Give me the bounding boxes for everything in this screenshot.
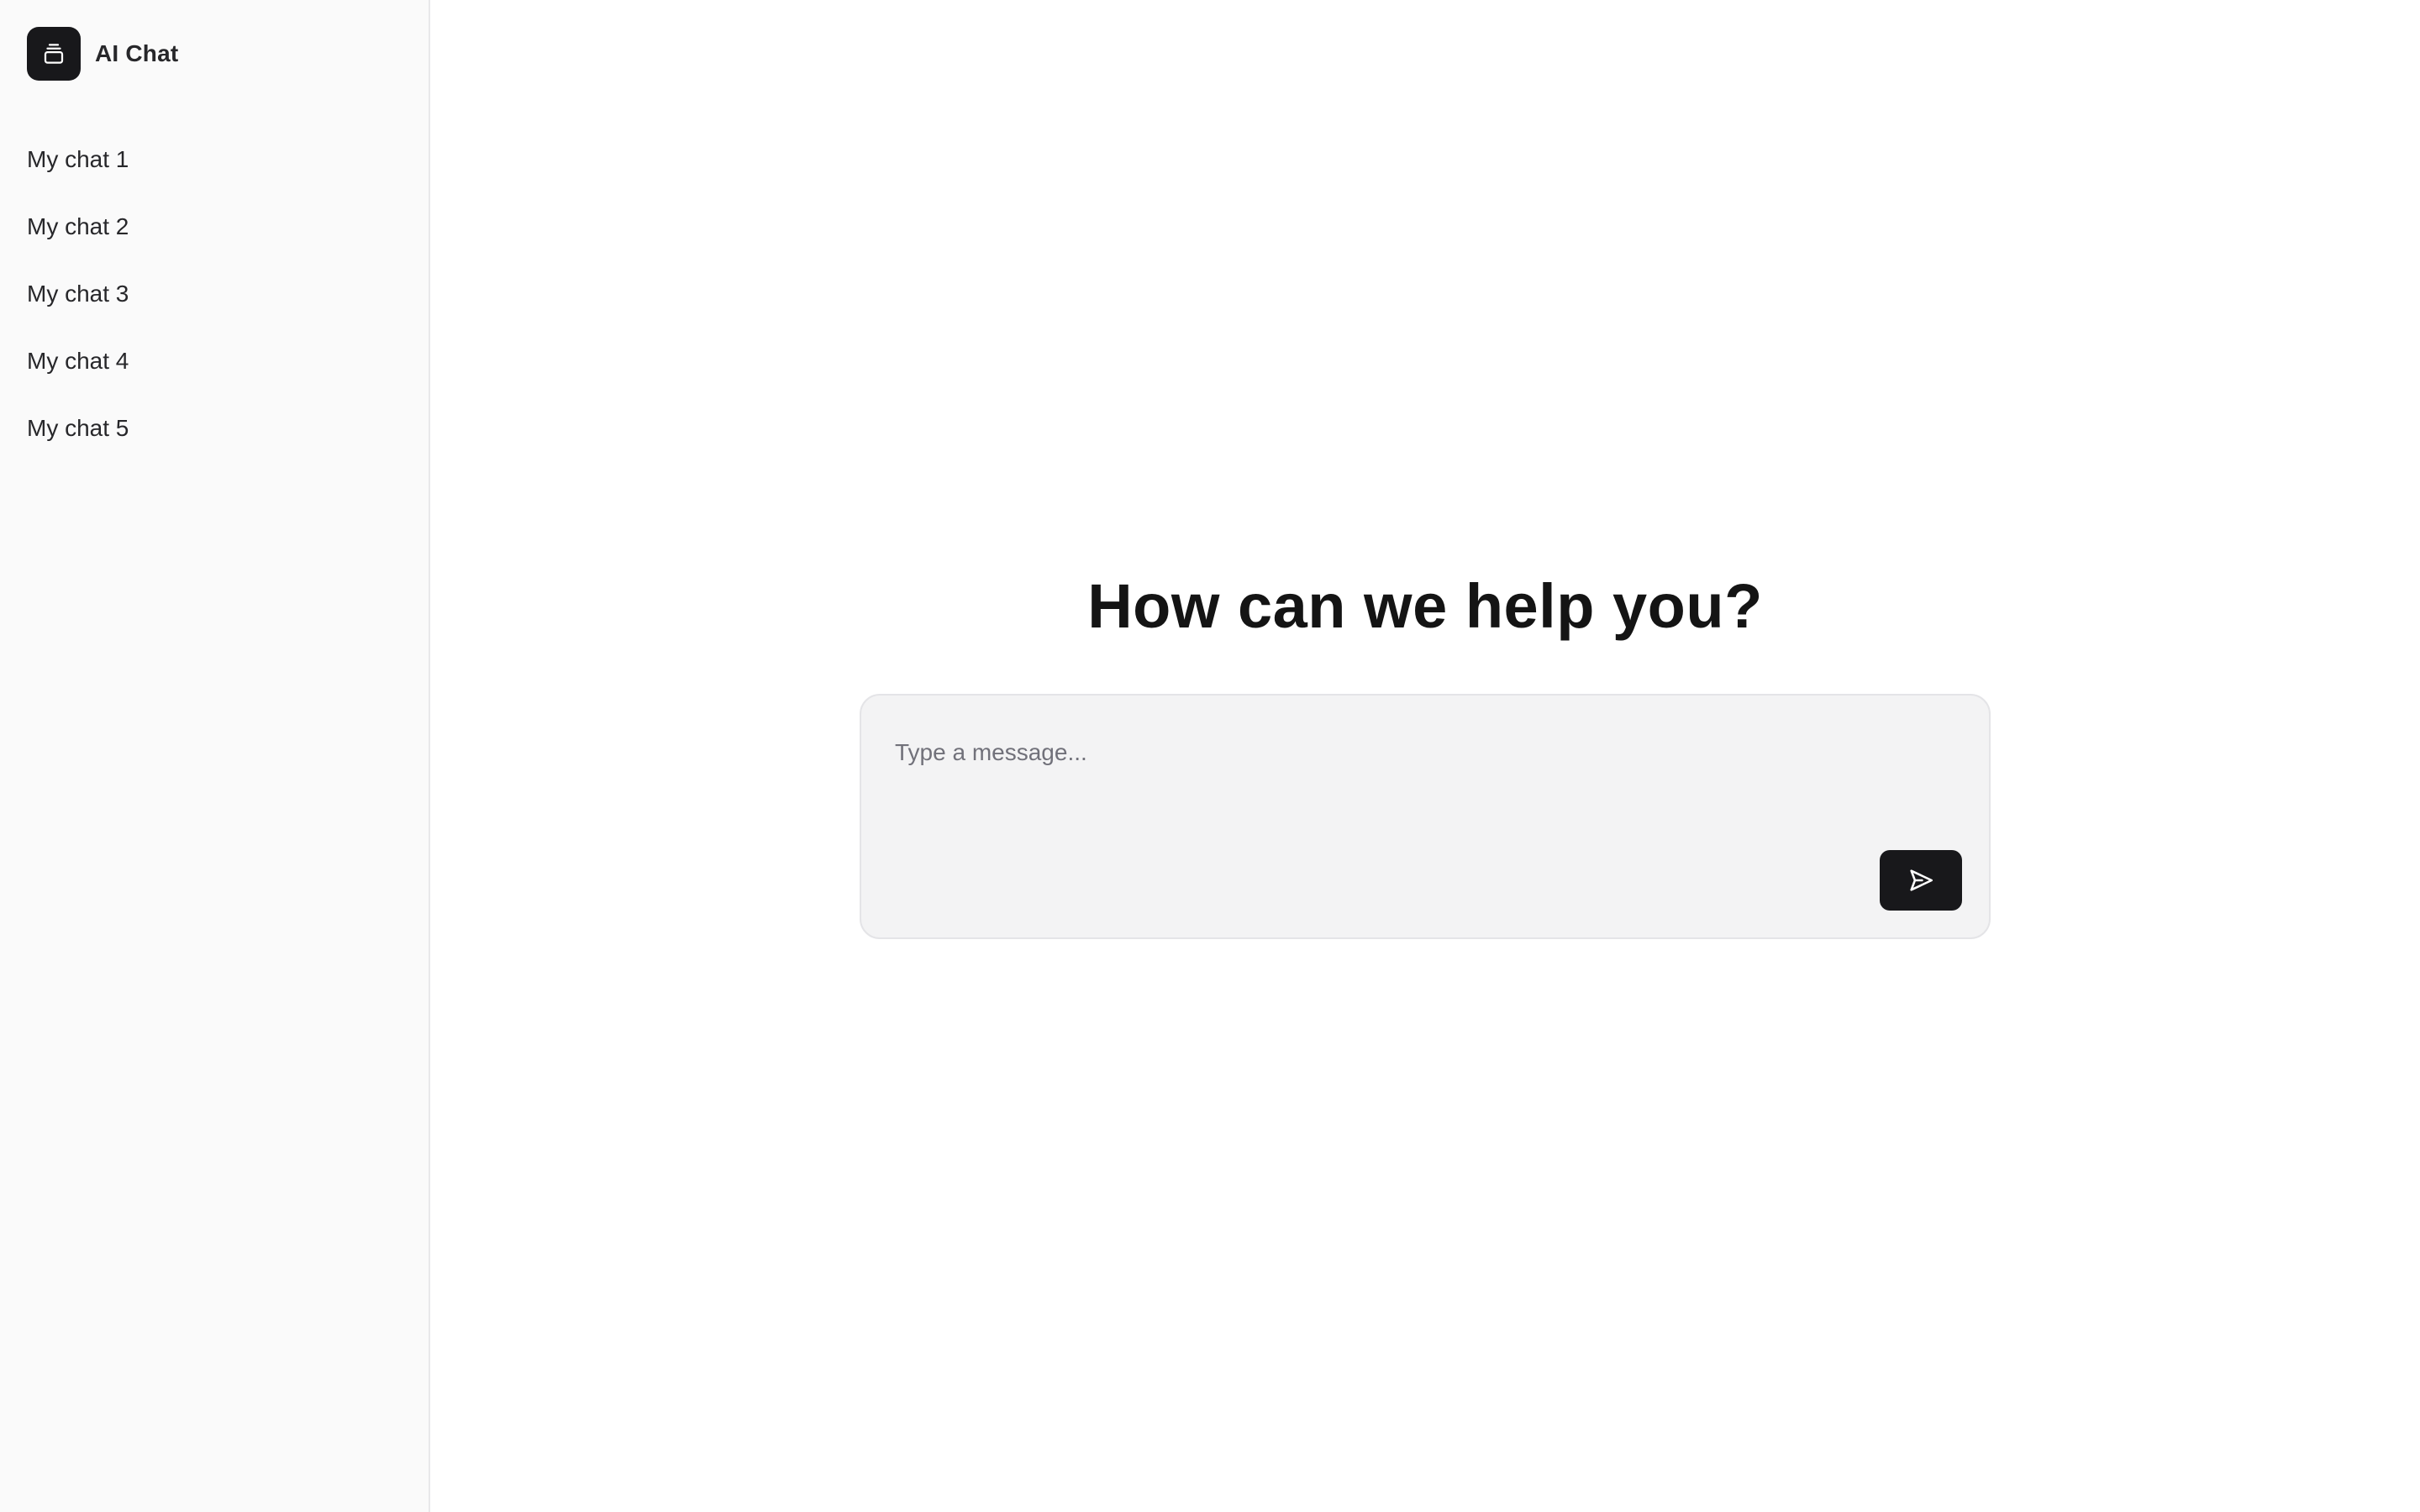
app-window: AI Chat My chat 1 My chat 2 My chat 3 My… [0,0,2420,1512]
message-composer [860,694,1991,939]
archive-box-icon [27,27,81,81]
sidebar: AI Chat My chat 1 My chat 2 My chat 3 My… [0,0,430,1512]
send-button[interactable] [1880,850,1962,911]
page-title: How can we help you? [1087,571,1763,641]
main-content: How can we help you? [430,0,2420,1512]
sidebar-item-chat-5[interactable]: My chat 5 [0,395,429,462]
app-title: AI Chat [95,40,179,66]
brand[interactable]: AI Chat [27,27,178,81]
sidebar-item-chat-1[interactable]: My chat 1 [0,126,429,193]
chat-list: My chat 1 My chat 2 My chat 3 My chat 4 … [0,126,429,462]
message-input[interactable] [895,739,1861,874]
send-icon [1907,866,1935,895]
sidebar-item-chat-4[interactable]: My chat 4 [0,328,429,395]
sidebar-item-chat-2[interactable]: My chat 2 [0,193,429,260]
sidebar-item-chat-3[interactable]: My chat 3 [0,260,429,328]
